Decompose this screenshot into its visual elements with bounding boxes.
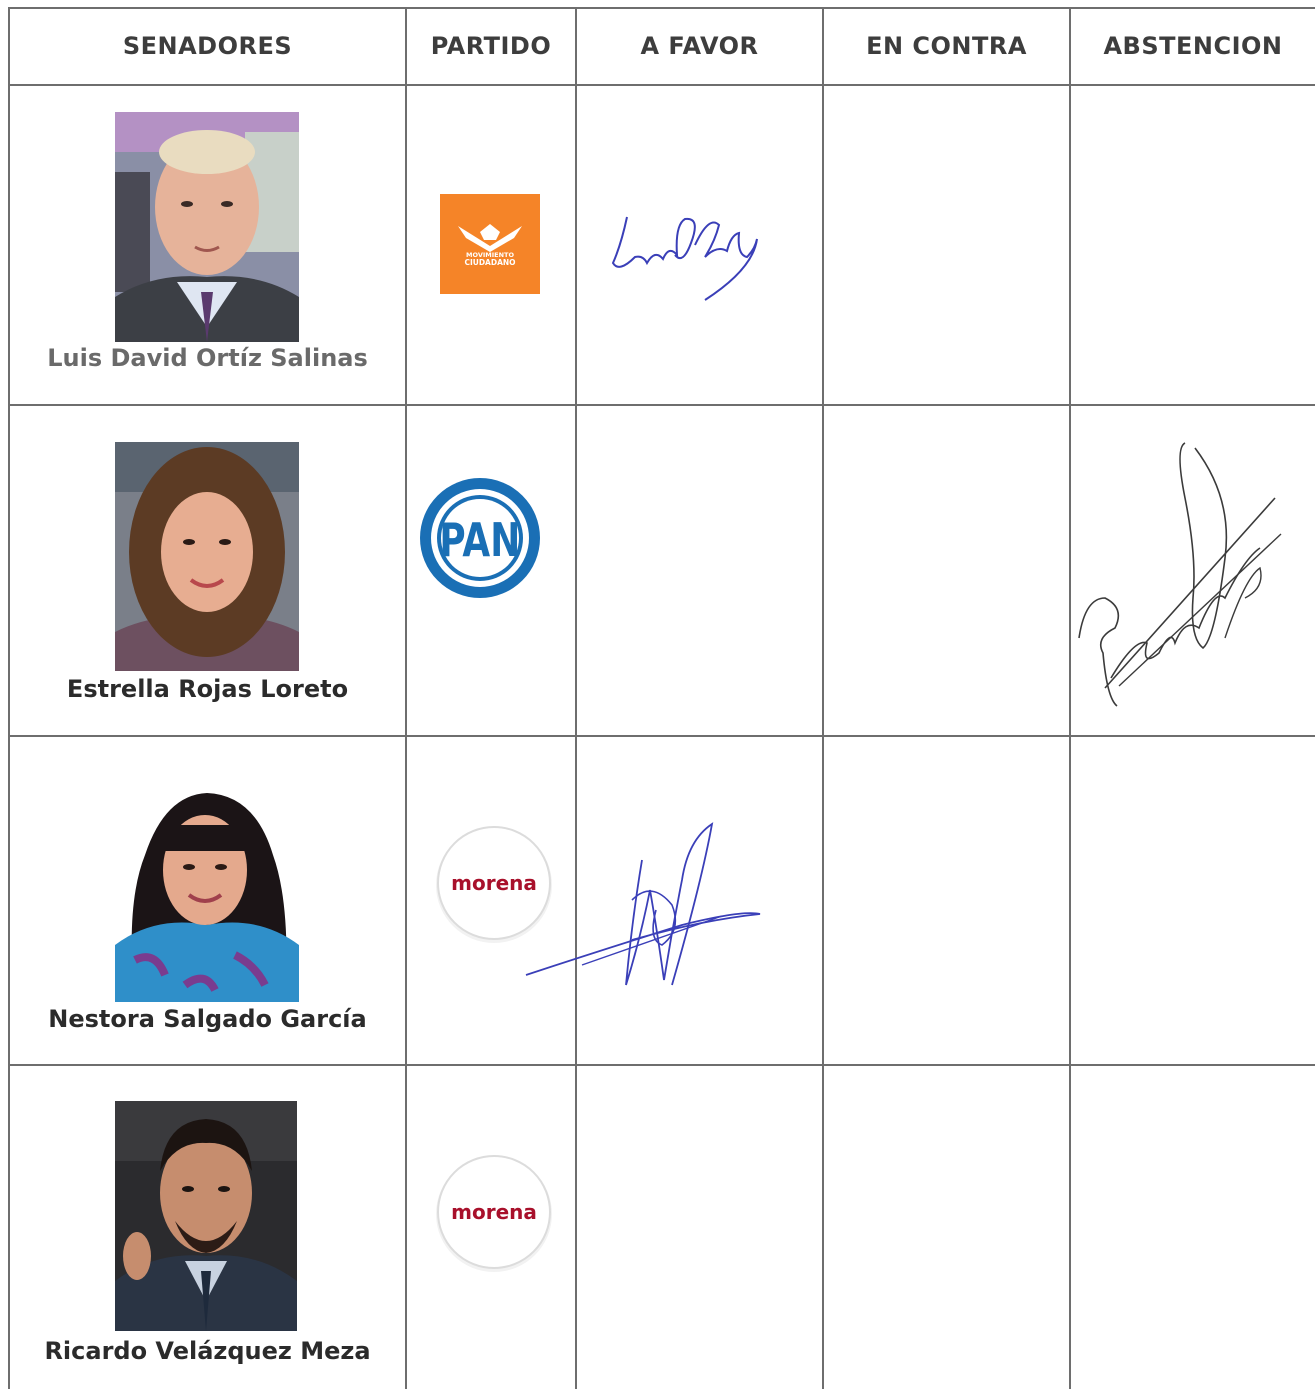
movimiento-ciudadano-logo: MOVIMIENTO CIUDADANO bbox=[440, 194, 540, 294]
column-divider bbox=[1069, 7, 1071, 1389]
senator-name: Nestora Salgado García bbox=[48, 1005, 367, 1033]
row-divider bbox=[8, 1064, 1315, 1066]
svg-text:CIUDADANO: CIUDADANO bbox=[464, 258, 515, 267]
senator-photo bbox=[115, 112, 299, 342]
header-en-contra: EN CONTRA bbox=[866, 32, 1027, 60]
column-divider bbox=[405, 7, 407, 1389]
signature-luis-david-ortiz bbox=[605, 205, 770, 305]
senator-photo bbox=[115, 442, 299, 671]
svg-text:PAN: PAN bbox=[439, 514, 520, 568]
row-divider bbox=[8, 404, 1315, 406]
row-divider bbox=[8, 735, 1315, 737]
header-abstencion: ABSTENCION bbox=[1103, 32, 1283, 60]
senator-photo bbox=[115, 785, 299, 1002]
header-senadores: SENADORES bbox=[122, 32, 293, 60]
column-divider bbox=[575, 7, 577, 1389]
pan-logo: PAN bbox=[419, 477, 541, 599]
senator-name: Estrella Rojas Loreto bbox=[66, 675, 349, 703]
morena-logo: morena bbox=[433, 1153, 555, 1275]
header-a-favor: A FAVOR bbox=[640, 32, 759, 60]
signature-nestora-salgado bbox=[522, 820, 767, 990]
senator-name: Luis David Ortíz Salinas bbox=[47, 344, 368, 372]
vote-table: SENADORES PARTIDO A FAVOR EN CONTRA ABST… bbox=[0, 0, 1315, 1389]
signature-estrella-rojas bbox=[1075, 438, 1285, 713]
header-partido: PARTIDO bbox=[430, 32, 552, 60]
column-divider bbox=[822, 7, 824, 1389]
senator-name: Ricardo Velázquez Meza bbox=[44, 1337, 371, 1365]
senator-photo bbox=[115, 1101, 297, 1331]
svg-text:morena: morena bbox=[451, 1200, 537, 1224]
